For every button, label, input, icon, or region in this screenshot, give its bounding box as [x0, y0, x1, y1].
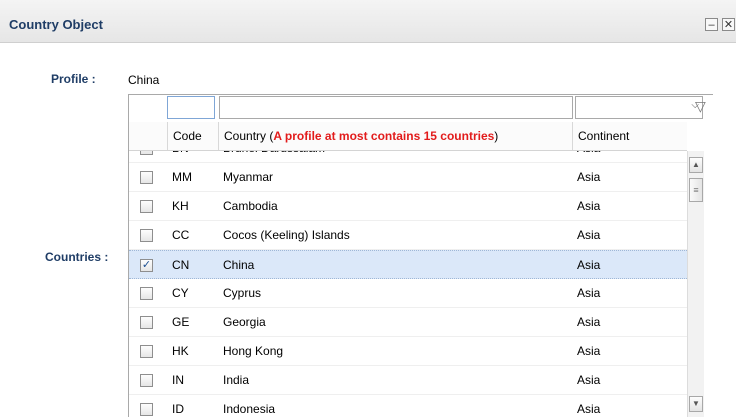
country-cell: Cocos (Keeling) Islands	[223, 228, 350, 242]
continent-cell: Asia	[577, 228, 601, 242]
vertical-scrollbar[interactable]: ▲ ≡ ▼	[687, 151, 704, 417]
continent-filter-select[interactable]: ⌵	[575, 96, 703, 119]
filter-row: ⌵ ▽	[129, 95, 713, 122]
row-checkbox[interactable]	[140, 200, 153, 213]
dialog-title: Country Object	[9, 17, 103, 32]
table-row[interactable]: IN India Asia	[129, 366, 687, 395]
scroll-up-icon[interactable]: ▲	[689, 157, 703, 173]
country-cell: Indonesia	[223, 402, 276, 416]
country-cell: Georgia	[223, 315, 266, 329]
continent-cell: Asia	[577, 286, 601, 300]
country-header-suffix: )	[494, 129, 499, 143]
table-row[interactable]: HK Hong Kong Asia	[129, 337, 687, 366]
scroll-thumb[interactable]: ≡	[689, 178, 703, 202]
code-cell: GE	[172, 315, 190, 329]
minimize-icon[interactable]: –	[705, 18, 718, 31]
country-object-dialog: Country Object – ✕ Profile : China Count…	[0, 0, 736, 417]
country-cell: China	[223, 258, 255, 272]
row-checkbox[interactable]	[140, 287, 153, 300]
close-icon[interactable]: ✕	[722, 18, 735, 31]
continent-cell: Asia	[577, 344, 601, 358]
row-checkbox[interactable]	[140, 374, 153, 387]
row-checkbox[interactable]	[140, 403, 153, 416]
continent-cell: Asia	[577, 151, 600, 163]
row-checkbox-checked[interactable]: ✓	[140, 259, 153, 272]
country-filter-input[interactable]	[219, 96, 573, 119]
table-row[interactable]: CY Cyprus Asia	[129, 279, 687, 308]
country-cell: Cambodia	[223, 199, 278, 213]
country-cell: Cyprus	[223, 286, 262, 300]
continent-cell: Asia	[577, 315, 601, 329]
table-row-selected[interactable]: ✓ CN China Asia	[129, 250, 687, 279]
continent-cell: Asia	[577, 373, 601, 387]
funnel-icon[interactable]: ▽	[695, 98, 706, 115]
scroll-down-icon[interactable]: ▼	[689, 396, 703, 412]
table-row[interactable]: CC Cocos (Keeling) Islands Asia	[129, 221, 687, 250]
table-row[interactable]: MM Myanmar Asia	[129, 163, 687, 192]
column-header-code[interactable]: Code	[167, 122, 218, 150]
country-cell: Brunei Darussalam	[223, 151, 325, 163]
row-checkbox[interactable]	[140, 151, 153, 155]
title-bar: Country Object – ✕	[0, 0, 736, 43]
table-row[interactable]: ID Indonesia Asia	[129, 395, 687, 417]
country-cell: Hong Kong	[223, 344, 284, 358]
grid-rows: BN Brunei Darussalam Asia MM Myanmar Asi…	[129, 151, 687, 417]
table-row[interactable]: BN Brunei Darussalam Asia	[129, 151, 687, 163]
table-row[interactable]: KH Cambodia Asia	[129, 192, 687, 221]
code-filter-input[interactable]	[167, 96, 215, 119]
country-header-prefix: Country (	[224, 129, 274, 143]
countries-grid: ⌵ ▽ Code Country (A profile at most cont…	[128, 94, 713, 417]
code-cell: KH	[172, 199, 189, 213]
country-cell: India	[223, 373, 250, 387]
row-checkbox[interactable]	[140, 229, 153, 242]
continent-cell: Asia	[577, 199, 601, 213]
column-header-country[interactable]: Country (A profile at most contains 15 c…	[218, 122, 572, 150]
countries-label: Countries :	[45, 250, 109, 264]
country-cell: Myanmar	[223, 170, 274, 184]
continent-cell: Asia	[577, 258, 601, 272]
code-cell: CN	[172, 258, 190, 272]
row-checkbox[interactable]	[140, 345, 153, 358]
code-cell: ID	[172, 402, 184, 416]
grid-header: Code Country (A profile at most contains…	[129, 122, 687, 151]
code-cell: BN	[172, 151, 189, 163]
row-checkbox[interactable]	[140, 316, 153, 329]
code-cell: IN	[172, 373, 184, 387]
row-checkbox[interactable]	[140, 171, 153, 184]
profile-label: Profile :	[51, 72, 96, 86]
continent-cell: Asia	[577, 170, 601, 184]
code-cell: CY	[172, 286, 189, 300]
code-cell: HK	[172, 344, 189, 358]
country-limit-warning: A profile at most contains 15 countries	[273, 129, 495, 143]
table-row[interactable]: GE Georgia Asia	[129, 308, 687, 337]
code-cell: CC	[172, 228, 190, 242]
code-cell: MM	[172, 170, 192, 184]
column-header-continent[interactable]: Continent	[572, 122, 687, 150]
profile-value: China	[128, 73, 160, 87]
continent-cell: Asia	[577, 402, 601, 416]
